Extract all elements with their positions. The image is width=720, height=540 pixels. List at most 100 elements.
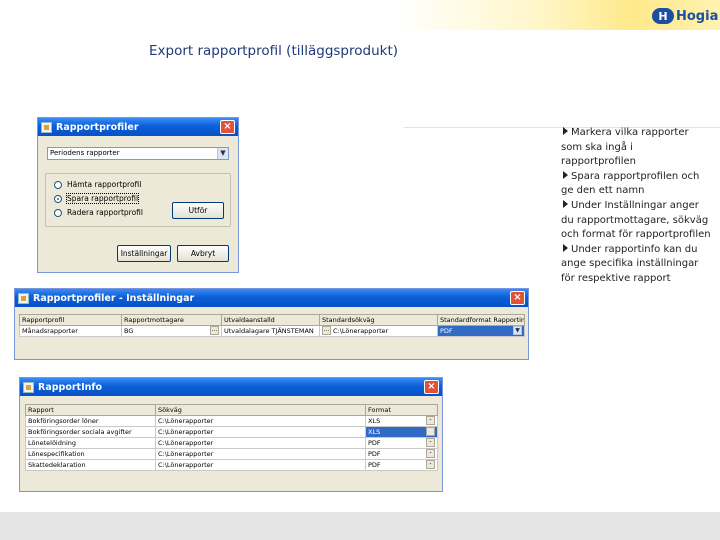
radio-button[interactable] <box>54 180 62 189</box>
table-cell-selected[interactable]: PDF ▼ <box>437 325 525 337</box>
bullet-text: Under rapportinfo kan du ange specifika … <box>561 243 699 284</box>
table-cell[interactable]: Skattedeklaration <box>25 459 156 471</box>
table-cell[interactable]: PDF - <box>365 459 438 471</box>
bullet-arrow-icon <box>563 127 568 135</box>
action-groupbox: Hämta rapportprofil Spara rapportprofil … <box>45 173 231 227</box>
window-app-icon <box>23 381 34 393</box>
bullet-item: Markera vilka rapporter som ska ingå i r… <box>561 126 711 170</box>
cell-text: BG <box>124 327 134 335</box>
hogia-logo-mark: H <box>652 8 674 24</box>
table-cell[interactable]: PDF - <box>365 437 438 449</box>
ellipsis-button[interactable]: ... <box>322 326 331 335</box>
radio-label: Hämta rapportprofil <box>67 180 142 189</box>
column-header[interactable]: Rapportprofil <box>19 314 122 326</box>
bullet-arrow-icon <box>563 170 568 179</box>
column-header[interactable]: Rapportmottagare <box>121 314 222 326</box>
table-cell[interactable]: XLS - <box>365 415 438 427</box>
profile-select[interactable]: Periodens rapporter ▼ <box>47 147 229 160</box>
settings-button[interactable]: Inställningar <box>117 245 171 262</box>
table-cell[interactable]: Bokföringsorder löner <box>25 415 156 427</box>
table-cell[interactable]: Månadsrapporter <box>19 325 122 337</box>
dialog-settings: Rapportprofiler - Inställningar × Rappor… <box>14 288 529 360</box>
table-cell[interactable]: ... C:\Lönerapporter <box>319 325 438 337</box>
hogia-logo: H Hogia <box>652 6 718 26</box>
radio-delete-profile[interactable]: Radera rapportprofil <box>54 208 143 217</box>
table-cell[interactable]: Utvaldalagare TJÄNSTEMAN <box>221 325 320 337</box>
cell-text: PDF <box>440 327 453 335</box>
bullet-text: Spara rapportprofilen och ge den ett nam… <box>561 170 700 197</box>
table-cell[interactable]: C:\Lönerapporter <box>155 437 366 449</box>
window-app-icon <box>18 292 29 304</box>
cell-text: PDF <box>368 450 381 458</box>
close-button[interactable]: × <box>220 120 235 134</box>
table-row[interactable]: Skattedeklaration C:\Lönerapporter PDF - <box>25 459 438 471</box>
cell-text: XLS <box>368 428 381 436</box>
dialog-report-info: RapportInfo × Rapport Sökväg Format Bokf… <box>19 377 443 492</box>
dialog-title: Rapportprofiler <box>56 121 139 133</box>
ellipsis-button[interactable]: - <box>426 427 435 436</box>
dialog-titlebar[interactable]: Rapportprofiler × <box>38 118 238 136</box>
column-header[interactable]: Sökväg <box>155 404 366 416</box>
table-cell[interactable]: C:\Lönerapporter <box>155 448 366 460</box>
settings-table: Rapportprofil Rapportmottagare Utvaldaan… <box>19 314 525 337</box>
radio-save-profile[interactable]: Spara rapportprofil <box>54 193 140 204</box>
table-cell[interactable]: Lönespecifikation <box>25 448 156 460</box>
table-cell[interactable]: C:\Lönerapporter <box>155 415 366 427</box>
bullet-text: Under Inställningar anger du rapportmott… <box>561 199 711 241</box>
radio-label: Radera rapportprofil <box>67 208 143 217</box>
table-cell[interactable]: Lönetelöidning <box>25 437 156 449</box>
cell-text: C:\Lönerapporter <box>333 327 389 335</box>
report-info-table: Rapport Sökväg Format Bokföringsorder lö… <box>25 404 438 471</box>
table-cell[interactable]: C:\Lönerapporter <box>155 459 366 471</box>
ellipsis-button[interactable]: - <box>426 416 435 425</box>
slide-title: Export rapportprofil (tilläggsprodukt) <box>149 43 399 59</box>
bullet-text: Markera vilka rapporter som ska ingå i r… <box>561 127 689 168</box>
cell-text: PDF <box>368 461 381 469</box>
bullet-arrow-icon <box>563 199 568 208</box>
window-app-icon <box>41 121 52 133</box>
execute-button[interactable]: Utför <box>172 202 224 219</box>
column-header[interactable]: Utvaldaanstalld <box>221 314 320 326</box>
header-band <box>0 0 720 30</box>
table-header-row: Rapportprofil Rapportmottagare Utvaldaan… <box>19 314 525 326</box>
table-cell[interactable]: BG... <box>121 325 222 337</box>
hogia-logo-text: Hogia <box>676 8 719 24</box>
radio-label: Spara rapportprofil <box>65 193 140 204</box>
close-button[interactable]: × <box>510 291 525 305</box>
close-button[interactable]: × <box>424 380 439 394</box>
table-cell[interactable]: PDF - <box>365 448 438 460</box>
radio-fetch-profile[interactable]: Hämta rapportprofil <box>54 180 141 189</box>
table-row[interactable]: Bokföringsorder löner C:\Lönerapporter X… <box>25 415 438 427</box>
table-header-row: Rapport Sökväg Format <box>25 404 438 416</box>
table-row[interactable]: Bokföringsorder sociala avgifter C:\Löne… <box>25 426 438 438</box>
chevron-down-icon[interactable]: ▼ <box>513 326 522 335</box>
cell-text: XLS <box>368 417 381 425</box>
radio-button[interactable] <box>54 208 62 217</box>
table-cell[interactable]: Bokföringsorder sociala avgifter <box>25 426 156 438</box>
ellipsis-button[interactable]: - <box>426 438 435 447</box>
column-header[interactable]: Format <box>365 404 438 416</box>
footer-band <box>0 512 720 540</box>
dialog-titlebar[interactable]: RapportInfo × <box>20 378 442 396</box>
cancel-button[interactable]: Avbryt <box>177 245 229 262</box>
cell-text: PDF <box>368 439 381 447</box>
ellipsis-button[interactable]: ... <box>210 326 219 335</box>
cell-text: Månadsrapporter <box>22 327 78 335</box>
column-header[interactable]: Standardsökväg <box>319 314 438 326</box>
chevron-down-icon[interactable]: ▼ <box>217 148 228 159</box>
bullet-item: Spara rapportprofilen och ge den ett nam… <box>561 170 711 199</box>
table-cell[interactable]: C:\Lönerapporter <box>155 426 366 438</box>
dialog-rapportprofiler: Rapportprofiler × Periodens rapporter ▼ … <box>37 117 239 273</box>
table-row[interactable]: Månadsrapporter BG... Utvaldalagare TJÄN… <box>19 325 525 337</box>
radio-button-selected[interactable] <box>54 194 62 203</box>
column-header[interactable]: Standardformat Rapportinfo <box>437 314 525 326</box>
table-cell-selected[interactable]: XLS - <box>365 426 438 438</box>
table-row[interactable]: Lönespecifikation C:\Lönerapporter PDF - <box>25 448 438 460</box>
ellipsis-button[interactable]: - <box>426 460 435 469</box>
cell-text: Utvaldalagare TJÄNSTEMAN <box>224 327 314 335</box>
dialog-titlebar[interactable]: Rapportprofiler - Inställningar × <box>15 289 528 307</box>
ellipsis-button[interactable]: - <box>426 449 435 458</box>
column-header[interactable]: Rapport <box>25 404 156 416</box>
dialog-title: Rapportprofiler - Inställningar <box>33 292 195 304</box>
table-row[interactable]: Lönetelöidning C:\Lönerapporter PDF - <box>25 437 438 449</box>
